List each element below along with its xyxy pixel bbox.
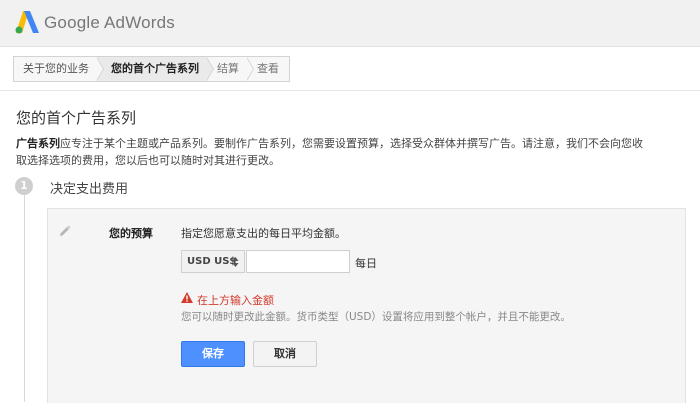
currency-select[interactable]: USD US$ [181, 250, 245, 273]
breadcrumb-step-label: 您的首个广告系列 [111, 62, 199, 75]
description-text-continued: 取选择选项的费用，您以后也可以随时对其进行更改。 [16, 154, 280, 167]
header-divider [0, 90, 700, 91]
breadcrumb-separator [96, 57, 104, 81]
select-arrows-icon [232, 257, 239, 267]
per-day-label: 每日 [355, 257, 377, 270]
breadcrumb-step-label: 查看 [257, 62, 279, 75]
breadcrumb-separator [246, 57, 254, 81]
save-button[interactable]: 保存 [181, 341, 245, 367]
description-term: 广告系列 [16, 137, 60, 150]
step-connector-line [24, 193, 25, 402]
currency-value: USD US$ [187, 256, 237, 267]
warning-icon [181, 292, 193, 303]
budget-note: 您可以随时更改此金额。货币类型（USD）设置将应用到整个帐户，并且不能更改。 [181, 311, 571, 323]
error-message: 在上方输入金额 [197, 294, 274, 307]
brand-name: Google AdWords [44, 13, 176, 32]
budget-panel: 您的预算 指定您愿意支出的每日平均金额。 USD US$ 每日 在上方输入金额 … [47, 208, 686, 403]
step-title: 决定支出费用 [50, 182, 129, 197]
step-number-badge: 1 [15, 177, 33, 195]
breadcrumb-step-first-campaign[interactable]: 您的首个广告系列 [97, 57, 214, 81]
cancel-button[interactable]: 取消 [253, 341, 317, 367]
budget-amount-input[interactable] [246, 250, 350, 273]
pencil-icon[interactable] [58, 225, 71, 238]
breadcrumb-step-business[interactable]: 关于您的业务 [14, 57, 104, 81]
breadcrumb-separator [206, 57, 214, 81]
breadcrumb: 关于您的业务 您的首个广告系列 结算 查看 [13, 56, 290, 82]
breadcrumb-step-label: 关于您的业务 [23, 62, 89, 75]
budget-label: 您的预算 [109, 227, 153, 240]
adwords-logo-icon[interactable] [14, 10, 40, 34]
page-description: 广告系列应专注于某个主题或产品系列。要制作广告系列，您需要设置预算，选择受众群体… [16, 135, 666, 169]
description-text: 应专注于某个主题或产品系列。要制作广告系列，您需要设置预算，选择受众群体并撰写广… [60, 137, 643, 150]
top-bar: Google AdWords [0, 0, 700, 47]
budget-hint: 指定您愿意支出的每日平均金额。 [181, 227, 346, 240]
page-title: 您的首个广告系列 [16, 109, 137, 127]
breadcrumb-step-label: 结算 [217, 62, 239, 75]
